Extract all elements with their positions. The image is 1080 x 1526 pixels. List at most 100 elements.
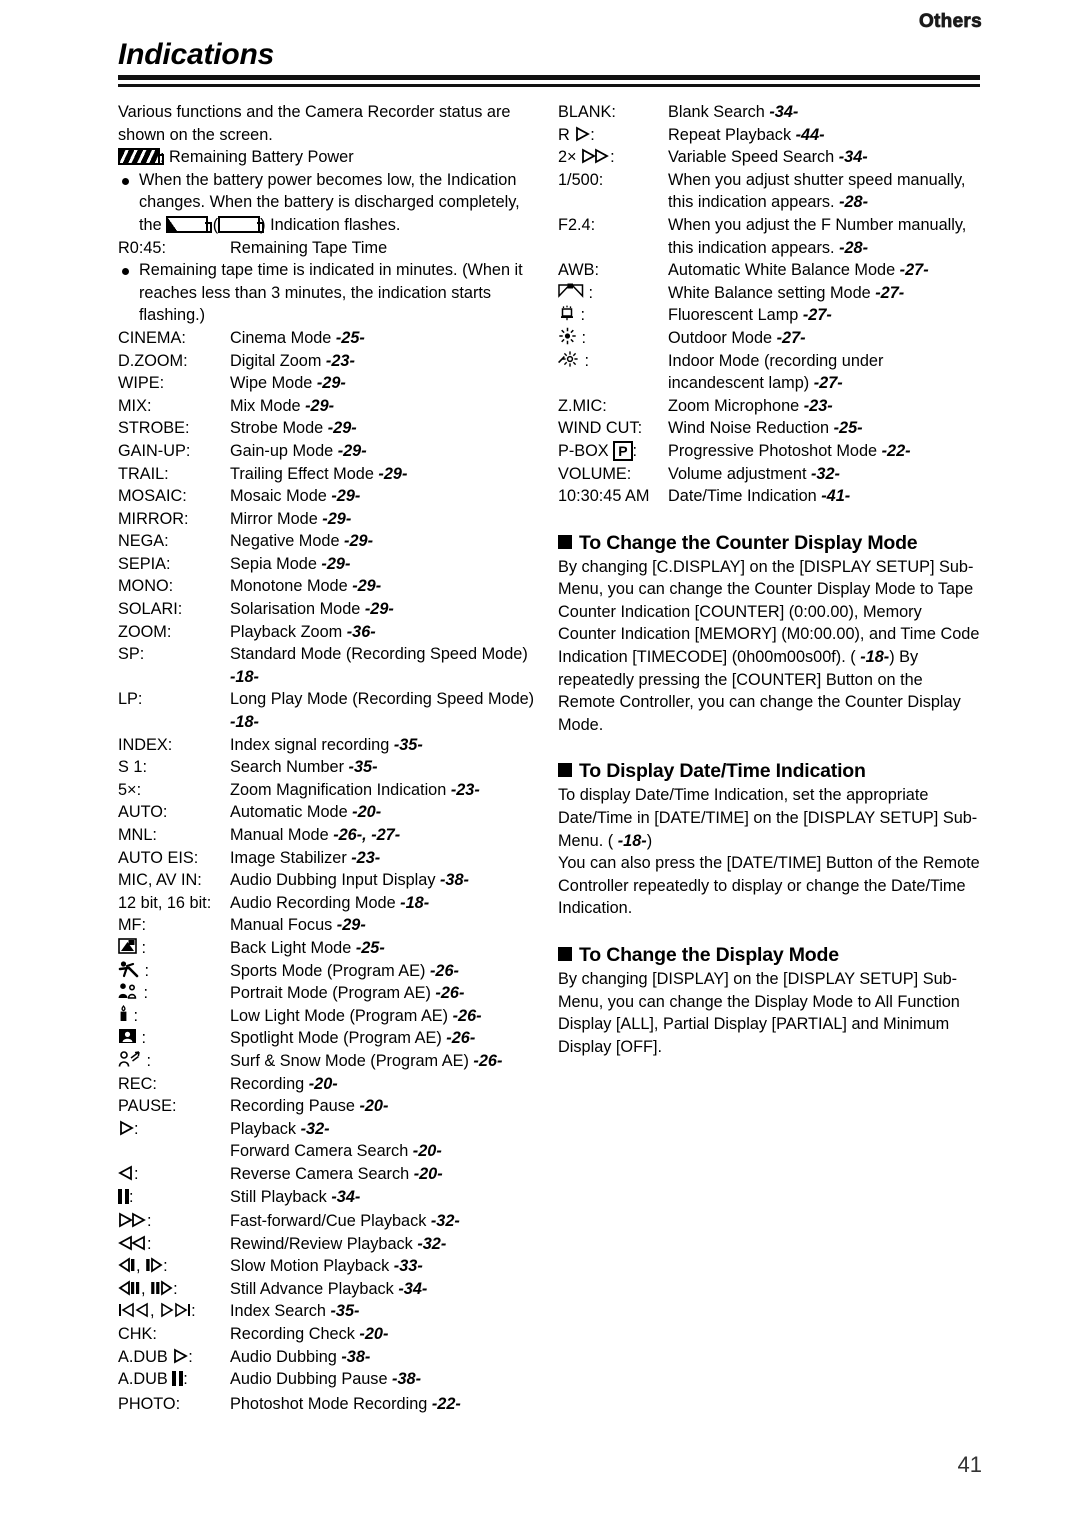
indication-label: AUTO:	[118, 803, 168, 822]
page-reference: -29-	[327, 419, 357, 438]
page-reference: -26-	[473, 1051, 503, 1070]
indication-description: Mosaic Mode -29-	[230, 487, 361, 506]
tape-time-label: R0:45:	[118, 238, 166, 257]
page-reference: -18-	[617, 831, 647, 850]
indication-row: GAIN-UP: Gain-up Mode -29-	[118, 440, 543, 463]
indication-label: 5×:	[118, 780, 142, 799]
page-reference: -34-	[769, 103, 799, 121]
indication-label: BLANK:	[558, 103, 616, 121]
section-heading: To Display Date/Time Indication	[558, 758, 983, 784]
indication-label: LP:	[118, 690, 143, 709]
indication-label: SP:	[118, 645, 145, 664]
section-body: By changing [DISPLAY] on the [DISPLAY SE…	[558, 970, 960, 1056]
page-reference: -35-	[393, 735, 423, 754]
indication-label: PHOTO:	[118, 1394, 181, 1413]
indication-row: : Sports Mode (Program AE) -26-	[118, 960, 543, 983]
indication-description: Volume adjustment -32-	[668, 464, 840, 483]
indication-description: Low Light Mode (Program AE) -26-	[230, 1006, 482, 1025]
indication-row: MIC, AV IN: Audio Dubbing Input Display -…	[118, 869, 543, 892]
indication-description: Sepia Mode -29-	[230, 554, 351, 573]
indication-description: Standard Mode (Recording Speed Mode) -18…	[230, 645, 528, 686]
page-reference: -29-	[344, 532, 374, 551]
indication-description: White Balance setting Mode -27-	[668, 283, 905, 302]
indication-label: 12 bit, 16 bit:	[118, 893, 212, 912]
page-reference: -33-	[393, 1257, 423, 1276]
page-reference: -34-	[331, 1187, 361, 1206]
indication-row: PHOTO: Photoshot Mode Recording -22-	[118, 1393, 543, 1416]
indication-row: R : Repeat Playback -44-	[558, 124, 983, 147]
play-icon	[174, 1348, 189, 1364]
indication-icon-label: :	[118, 982, 230, 1005]
indication-row: F2.4: When you adjust the F Number manual…	[558, 214, 983, 259]
page-reference: -32-	[417, 1234, 447, 1253]
outdoor-sun-icon	[559, 327, 576, 345]
indication-row: A.DUB : Audio Dubbing -38-	[118, 1346, 543, 1369]
indication-row: TRAIL: Trailing Effect Mode -29-	[118, 463, 543, 486]
still-advance-icon	[151, 1280, 173, 1296]
indication-row: 2× : Variable Speed Search -34-	[558, 146, 983, 169]
indication-description: Rewind/Review Playback -32-	[230, 1234, 447, 1253]
indication-row: A.DUB : Audio Dubbing Pause -38-	[118, 1368, 543, 1393]
indication-description: Cinema Mode -25-	[230, 328, 365, 347]
indication-label: STROBE:	[118, 419, 190, 438]
indication-row: : Fast-forward/Cue Playback -32-	[118, 1210, 543, 1233]
indication-label: :	[118, 1186, 230, 1211]
indication-description: Fast-forward/Cue Playback -32-	[230, 1212, 460, 1231]
indication-row: LP: Long Play Mode (Recording Speed Mode)…	[118, 688, 543, 733]
page-reference: -34-	[398, 1279, 428, 1298]
indication-label: CINEMA:	[118, 328, 186, 347]
indication-row: ZOOM: Playback Zoom -36-	[118, 621, 543, 644]
bullet-square-icon	[558, 763, 572, 778]
indication-row: : Fluorescent Lamp -27-	[558, 304, 983, 327]
section-heading: To Change the Counter Display Mode	[558, 530, 983, 556]
indication-row: WIPE: Wipe Mode -29-	[118, 372, 543, 395]
indication-row: MNL: Manual Mode -26-, -27-	[118, 824, 543, 847]
page-reference: -20-	[413, 1164, 443, 1183]
intro-paragraph: Various functions and the Camera Recorde…	[118, 103, 511, 144]
low-light-icon	[120, 1004, 127, 1021]
indication-row: STROBE: Strobe Mode -29-	[118, 417, 543, 440]
indication-label: 2× :	[558, 148, 615, 167]
indication-row: WIND CUT: Wind Noise Reduction -25-	[558, 417, 983, 440]
indication-label: NEGA:	[118, 532, 169, 551]
right-indication-list: BLANK: Blank Search -34- R : Repeat Playbac…	[558, 101, 983, 282]
indication-row: : Reverse Camera Search -20-	[118, 1163, 543, 1186]
page-reference: -25-	[355, 938, 385, 957]
indication-row: AUTO EIS: Image Stabilizer -23-	[118, 847, 543, 870]
indication-label: Z.MIC:	[558, 396, 607, 415]
left-program-ae-list: : Back Light Mode -25- : Sports Mode (Prog…	[118, 937, 543, 1073]
indication-description: Indoor Mode (recording under incandescen…	[668, 351, 884, 393]
indication-label: , :	[118, 1278, 230, 1301]
indication-description: Forward Camera Search -20-	[230, 1142, 442, 1161]
indication-label: MF:	[118, 916, 147, 935]
page-reference: -20-	[359, 1325, 389, 1344]
page-reference: -29-	[336, 916, 366, 935]
indication-row: MOSAIC: Mosaic Mode -29-	[118, 485, 543, 508]
page-reference: -26-	[446, 1029, 476, 1048]
indication-description: Outdoor Mode -27-	[668, 328, 806, 347]
page-reference: -27-	[776, 328, 806, 347]
fluorescent-icon	[561, 305, 573, 321]
indication-description: Recording Check -20-	[230, 1325, 389, 1344]
indication-row: MONO: Monotone Mode -29-	[118, 575, 543, 598]
right-indication-list-2: Z.MIC: Zoom Microphone -23- WIND CUT: Wind …	[558, 395, 983, 508]
indication-label: :	[118, 1233, 230, 1256]
progressive-p-icon: P	[613, 440, 633, 461]
indication-row: , : Index Search -35-	[118, 1300, 543, 1323]
page-reference: -23-	[325, 351, 355, 370]
indication-row: 1/500: When you adjust shutter speed manu…	[558, 169, 983, 214]
indication-description: Automatic Mode -20-	[230, 803, 382, 822]
indication-row: SEPIA: Sepia Mode -29-	[118, 553, 543, 576]
indication-label: A.DUB :	[118, 1368, 230, 1393]
page-reference: -36-	[346, 622, 376, 641]
page-number: 41	[957, 1452, 982, 1477]
section-body: To display Date/Time Indication, set the…	[558, 786, 978, 850]
bullet-square-icon	[558, 534, 572, 549]
indication-row: P-BOX P: Progressive Photoshot Mode -22-	[558, 440, 983, 463]
page-reference: -34-	[838, 148, 868, 167]
indication-description: Negative Mode -29-	[230, 532, 374, 551]
left-indication-list: CINEMA: Cinema Mode -25- D.ZOOM: Digital Zo…	[118, 327, 543, 937]
page-reference: -23-	[351, 848, 381, 867]
indication-row: Forward Camera Search -20-	[118, 1140, 543, 1163]
indication-row: : Rewind/Review Playback -32-	[118, 1233, 543, 1256]
